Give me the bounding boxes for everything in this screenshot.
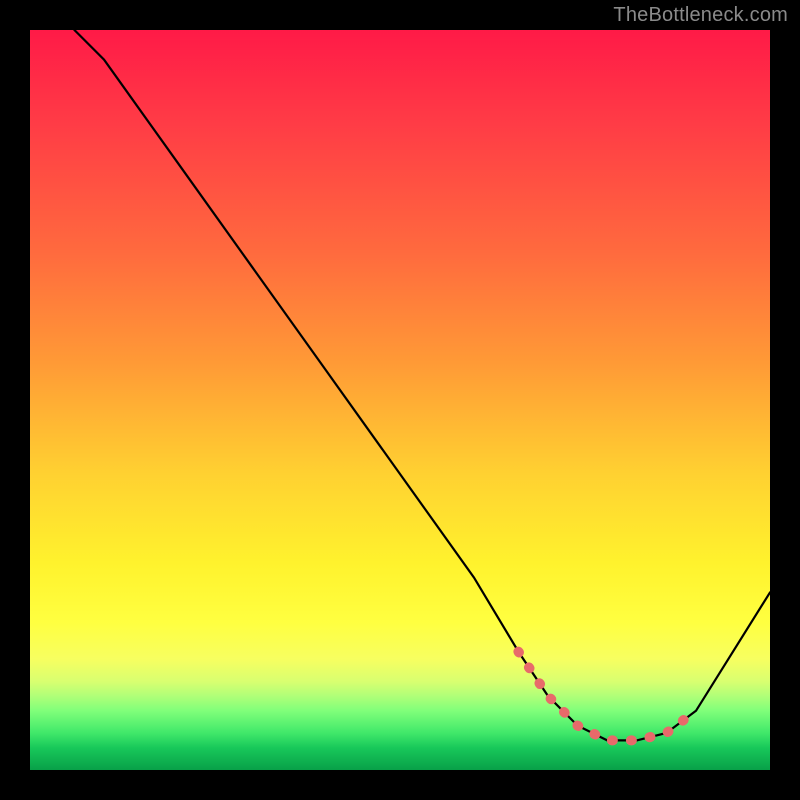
curve-svg [30, 30, 770, 770]
main-curve [74, 30, 770, 740]
chart-frame: TheBottleneck.com [0, 0, 800, 800]
plot-area [30, 30, 770, 770]
highlight-dots [518, 652, 696, 741]
watermark-text: TheBottleneck.com [613, 4, 788, 27]
